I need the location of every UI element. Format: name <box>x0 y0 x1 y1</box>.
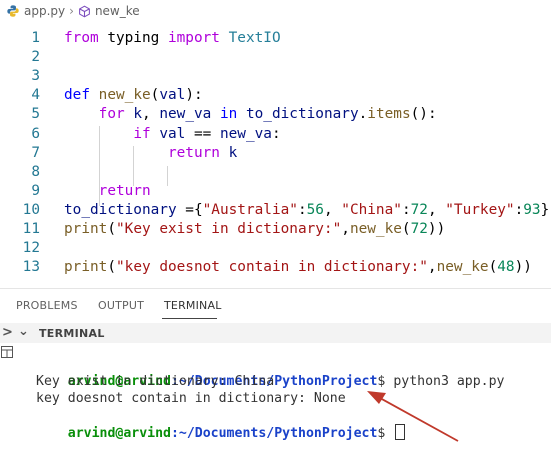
breadcrumb-file[interactable]: app.py <box>24 4 65 18</box>
chevron-right-icon[interactable]: > <box>2 325 13 340</box>
terminal-line: key doesnot contain in dictionary: None <box>36 391 346 406</box>
function-cube-icon <box>79 5 90 17</box>
code-line[interactable]: 6 if val == new_va: <box>0 124 551 144</box>
code-line[interactable]: 9 return <box>0 181 551 201</box>
code-editor[interactable]: 1 from typing import TextIO 2 3 4 def new_ke(… <box>0 26 551 286</box>
split-terminal-icon[interactable] <box>0 345 14 359</box>
code-line[interactable]: 11 print("Key exist in dictionary:",new_k… <box>0 219 551 239</box>
terminal-command: python3 app.py <box>385 374 505 389</box>
chevron-down-icon[interactable]: ⌄ <box>18 324 29 339</box>
code-text[interactable]: to_dictionary ={"Australia":56, "China":… <box>64 200 549 220</box>
code-line[interactable]: 7 return k <box>0 143 551 163</box>
code-line[interactable]: 4 def new_ke(val): <box>0 85 551 105</box>
terminal-line: arvind@arvind:~/Documents/PythonProject$… <box>36 356 546 389</box>
line-number: 9 <box>31 182 40 199</box>
code-text[interactable]: return <box>64 181 151 201</box>
line-number: 6 <box>31 125 40 142</box>
tab-problems[interactable]: PROBLEMS <box>16 299 78 312</box>
code-line[interactable]: 5 for k, new_va in to_dictionary.items()… <box>0 104 551 124</box>
terminal-section-header[interactable]: > ⌄ TERMINAL <box>0 323 551 343</box>
breadcrumb-symbol[interactable]: new_ke <box>95 4 140 18</box>
code-text[interactable]: for k, new_va in to_dictionary.items(): <box>64 104 437 124</box>
line-number: 1 <box>31 30 40 46</box>
code-line[interactable]: 8 <box>0 162 551 182</box>
code-line[interactable]: 3 <box>0 66 551 86</box>
prompt-symbol: $ <box>377 426 386 441</box>
terminal-section-title: TERMINAL <box>39 327 105 340</box>
code-text[interactable]: print("key doesnot contain in dictionary… <box>64 257 532 277</box>
prompt-user: arvind@arvind <box>67 426 171 441</box>
terminal-output[interactable]: arvind@arvind:~/Documents/PythonProject$… <box>36 356 546 441</box>
code-line[interactable]: 12 <box>0 238 551 258</box>
tab-output[interactable]: OUTPUT <box>98 299 144 312</box>
breadcrumb: app.py › new_ke <box>0 0 551 22</box>
code-text[interactable]: from typing import TextIO <box>64 28 281 48</box>
tab-terminal[interactable]: TERMINAL <box>164 299 222 312</box>
line-number: 12 <box>22 240 40 257</box>
code-text[interactable]: print("Key exist in dictionary:",new_ke(… <box>64 219 445 239</box>
code-text[interactable]: if val == new_va: <box>64 124 280 144</box>
line-number: 3 <box>31 68 40 85</box>
code-line[interactable]: 2 <box>0 47 551 67</box>
terminal-line: arvind@arvind:~/Documents/PythonProject$ <box>36 407 546 441</box>
python-file-icon <box>7 5 19 17</box>
chevron-right-icon: › <box>69 4 74 18</box>
line-number: 4 <box>31 87 40 104</box>
active-tab-indicator <box>162 318 217 319</box>
terminal-cursor <box>395 424 406 440</box>
line-number: 10 <box>22 201 40 218</box>
line-number: 5 <box>31 106 40 123</box>
line-number: 11 <box>22 221 40 237</box>
line-number: 13 <box>22 259 40 276</box>
prompt-path: :~/Documents/PythonProject <box>170 426 378 441</box>
code-line[interactable]: 13 print("key doesnot contain in dictiona… <box>0 257 551 277</box>
panel-tabs: PROBLEMS OUTPUT TERMINAL <box>0 288 551 323</box>
code-text[interactable]: return k <box>64 143 237 163</box>
line-number: 8 <box>31 163 40 180</box>
code-text[interactable]: def new_ke(val): <box>64 85 203 105</box>
code-line[interactable]: 1 from typing import TextIO <box>0 28 551 48</box>
line-number: 7 <box>31 144 40 161</box>
code-line[interactable]: 10 to_dictionary ={"Australia":56, "China… <box>0 200 551 220</box>
line-number: 2 <box>31 49 40 66</box>
